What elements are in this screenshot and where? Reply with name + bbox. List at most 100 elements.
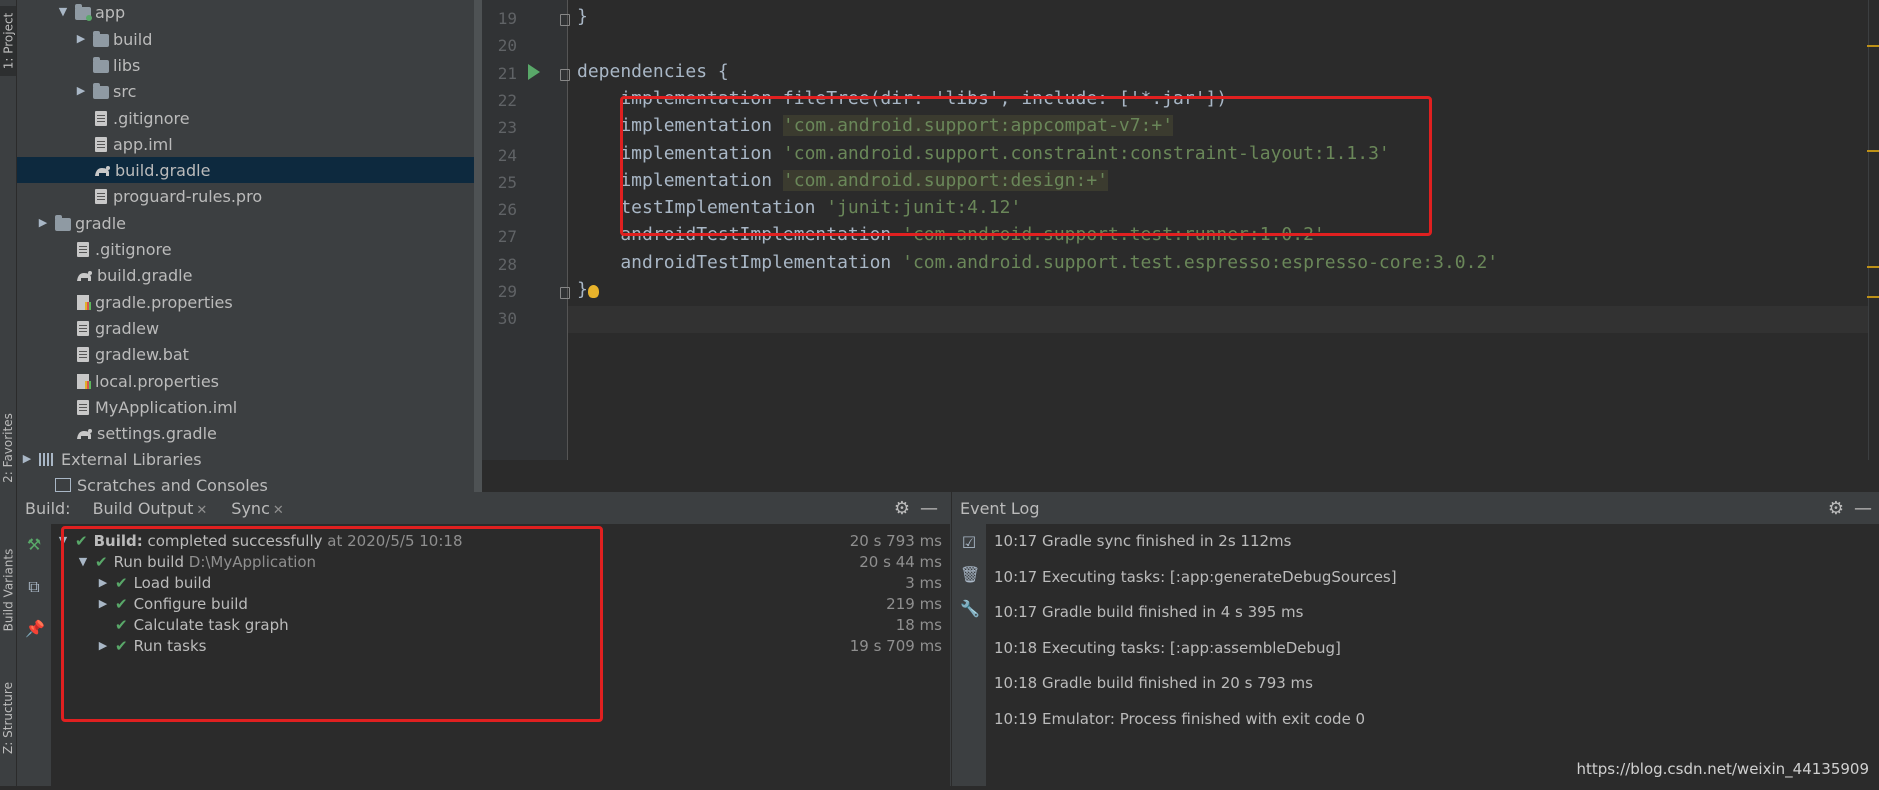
code-text: androidTestImplementation (577, 251, 903, 273)
tree-item[interactable]: build.gradle (17, 157, 482, 183)
left-tool-strip: 1: Project 2: Favorites Build Variants Z… (0, 0, 17, 790)
build-panel-label: Build: (25, 498, 71, 518)
file-icon (77, 241, 89, 257)
event-log-title: Event Log (960, 498, 1040, 518)
tree-item[interactable]: ▶ src (17, 78, 482, 104)
event-log-list: 10:17 Gradle sync finished in 2s 112ms 10… (986, 524, 1879, 790)
tree-item[interactable]: settings.gradle (17, 420, 482, 446)
tree-item[interactable]: ▶ External Libraries (17, 446, 482, 472)
tree-item[interactable]: app.iml (17, 131, 482, 157)
code-line[interactable]: } (577, 279, 588, 300)
code-text: } (577, 279, 588, 300)
tab-structure[interactable]: Z: Structure (0, 670, 16, 765)
minimize-icon[interactable]: — (1854, 498, 1872, 519)
build-panel: Build: Build Output ✕ Sync ✕ ⚙ — ⚒ ⧉ 📌 ▼ ✔ B… (17, 492, 950, 790)
event-log-panel: Event Log ⚙ — ☑ 🗑 🔧 10:17 Gradle sync fi… (951, 492, 1879, 790)
scroll-marker (1867, 296, 1879, 298)
scroll-marker (1867, 266, 1879, 268)
tree-item[interactable]: Scratches and Consoles (17, 472, 482, 492)
code-line[interactable]: } (577, 6, 588, 27)
fold-marker-icon[interactable] (560, 14, 570, 26)
tree-item-label: build.gradle (97, 265, 193, 285)
wrench-icon[interactable]: 🔧 (960, 600, 980, 618)
tree-item[interactable]: .gitignore (17, 236, 482, 262)
run-gutter-icon[interactable] (528, 63, 540, 80)
tab-favorites[interactable]: 2: Favorites (0, 410, 16, 485)
tree-item[interactable]: ▶ build (17, 26, 482, 52)
tree-item[interactable]: gradle.properties (17, 289, 482, 315)
toggle-view-icon[interactable]: ⧉ (25, 578, 43, 596)
gradle-icon (93, 163, 111, 177)
editor-gutter: 19 20 21 22 23 24 25 26 27 28 29 30 (482, 0, 568, 460)
tree-item-label: gradlew.bat (95, 344, 189, 364)
tree-item[interactable]: ▶ gradle (17, 210, 482, 236)
mark-read-icon[interactable]: ☑ (960, 534, 978, 552)
editor-scrollbar[interactable] (1867, 0, 1879, 460)
line-number: 24 (497, 145, 517, 165)
event-log-entry[interactable]: 10:17 Gradle build finished in 4 s 395 m… (994, 603, 1303, 621)
gear-icon[interactable]: ⚙ (894, 498, 910, 519)
file-icon (77, 399, 89, 415)
bottom-tool-window: Build: Build Output ✕ Sync ✕ ⚙ — ⚒ ⧉ 📌 ▼ ✔ B… (17, 492, 1879, 790)
fold-marker-icon[interactable] (560, 287, 570, 299)
tree-item[interactable]: proguard-rules.pro (17, 183, 482, 209)
gradle-icon (75, 426, 93, 440)
chevron-down-icon[interactable]: ▼ (57, 5, 69, 19)
event-log-entry[interactable]: 10:18 Gradle build finished in 20 s 793 … (994, 674, 1313, 692)
tree-item-label: gradlew (95, 318, 160, 338)
tab-project[interactable]: 1: Project (0, 6, 16, 76)
event-log-entry[interactable]: 10:17 Executing tasks: [:app:generateDeb… (994, 568, 1397, 586)
chevron-right-icon[interactable]: ▶ (37, 216, 49, 230)
chevron-right-icon[interactable]: ▶ (21, 452, 33, 466)
tree-item-label: src (113, 81, 137, 101)
close-icon[interactable]: ✕ (196, 503, 207, 518)
tab-sync[interactable]: Sync ✕ (231, 499, 283, 518)
tree-item[interactable]: libs (17, 52, 482, 78)
code-line[interactable]: androidTestImplementation 'com.android.s… (577, 252, 1498, 273)
event-log-toolbar: ☑ 🗑 🔧 (952, 524, 986, 790)
tree-item[interactable]: gradlew (17, 315, 482, 341)
gear-icon[interactable]: ⚙ (1828, 498, 1844, 519)
chevron-right-icon[interactable]: ▶ (75, 84, 87, 98)
trash-icon[interactable]: 🗑 (960, 566, 980, 584)
library-icon (39, 452, 55, 466)
build-step-duration: 20 s 793 ms (849, 531, 942, 550)
project-panel-divider[interactable] (474, 0, 482, 492)
code-text: } (577, 6, 588, 27)
build-step-duration: 20 s 44 ms (859, 552, 942, 571)
code-editor[interactable]: 19 20 21 22 23 24 25 26 27 28 29 30 } dependencies {… (482, 0, 1879, 492)
chevron-right-icon[interactable]: ▶ (75, 32, 87, 46)
tree-item[interactable]: local.properties (17, 368, 482, 394)
fold-marker-icon[interactable] (560, 68, 570, 81)
project-tree-panel: ▼ app ▶ build libs ▶ src .gitignore app.iml build… (17, 0, 482, 492)
lightbulb-icon[interactable] (588, 285, 599, 298)
code-line[interactable]: dependencies { (577, 61, 729, 82)
close-icon[interactable]: ✕ (273, 503, 284, 518)
build-step-duration: 3 ms (905, 573, 942, 592)
tree-item-label: build.gradle (115, 160, 211, 180)
line-number: 23 (497, 118, 517, 138)
event-log-entry[interactable]: 10:17 Gradle sync finished in 2s 112ms (994, 532, 1291, 550)
pin-icon[interactable]: 📌 (25, 620, 45, 638)
tree-item-label: local.properties (95, 371, 220, 391)
tab-build-variants[interactable]: Build Variants (0, 540, 16, 640)
tab-build-output[interactable]: Build Output ✕ (93, 499, 208, 518)
tree-item-label: libs (113, 55, 141, 75)
tree-item[interactable]: gradlew.bat (17, 341, 482, 367)
status-strip (0, 786, 1879, 790)
minimize-icon[interactable]: — (920, 498, 938, 519)
current-line-highlight (568, 306, 1871, 334)
hammer-icon[interactable]: ⚒ (25, 536, 43, 554)
tree-item[interactable]: MyApplication.iml (17, 394, 482, 420)
tree-item[interactable]: build.gradle (17, 262, 482, 288)
gradle-icon (75, 268, 93, 282)
event-log-entry[interactable]: 10:18 Executing tasks: [:app:assembleDeb… (994, 639, 1341, 657)
tree-item[interactable]: .gitignore (17, 105, 482, 131)
event-log-entry[interactable]: 10:19 Emulator: Process finished with ex… (994, 710, 1365, 728)
tree-item[interactable]: ▼ app (17, 0, 482, 25)
